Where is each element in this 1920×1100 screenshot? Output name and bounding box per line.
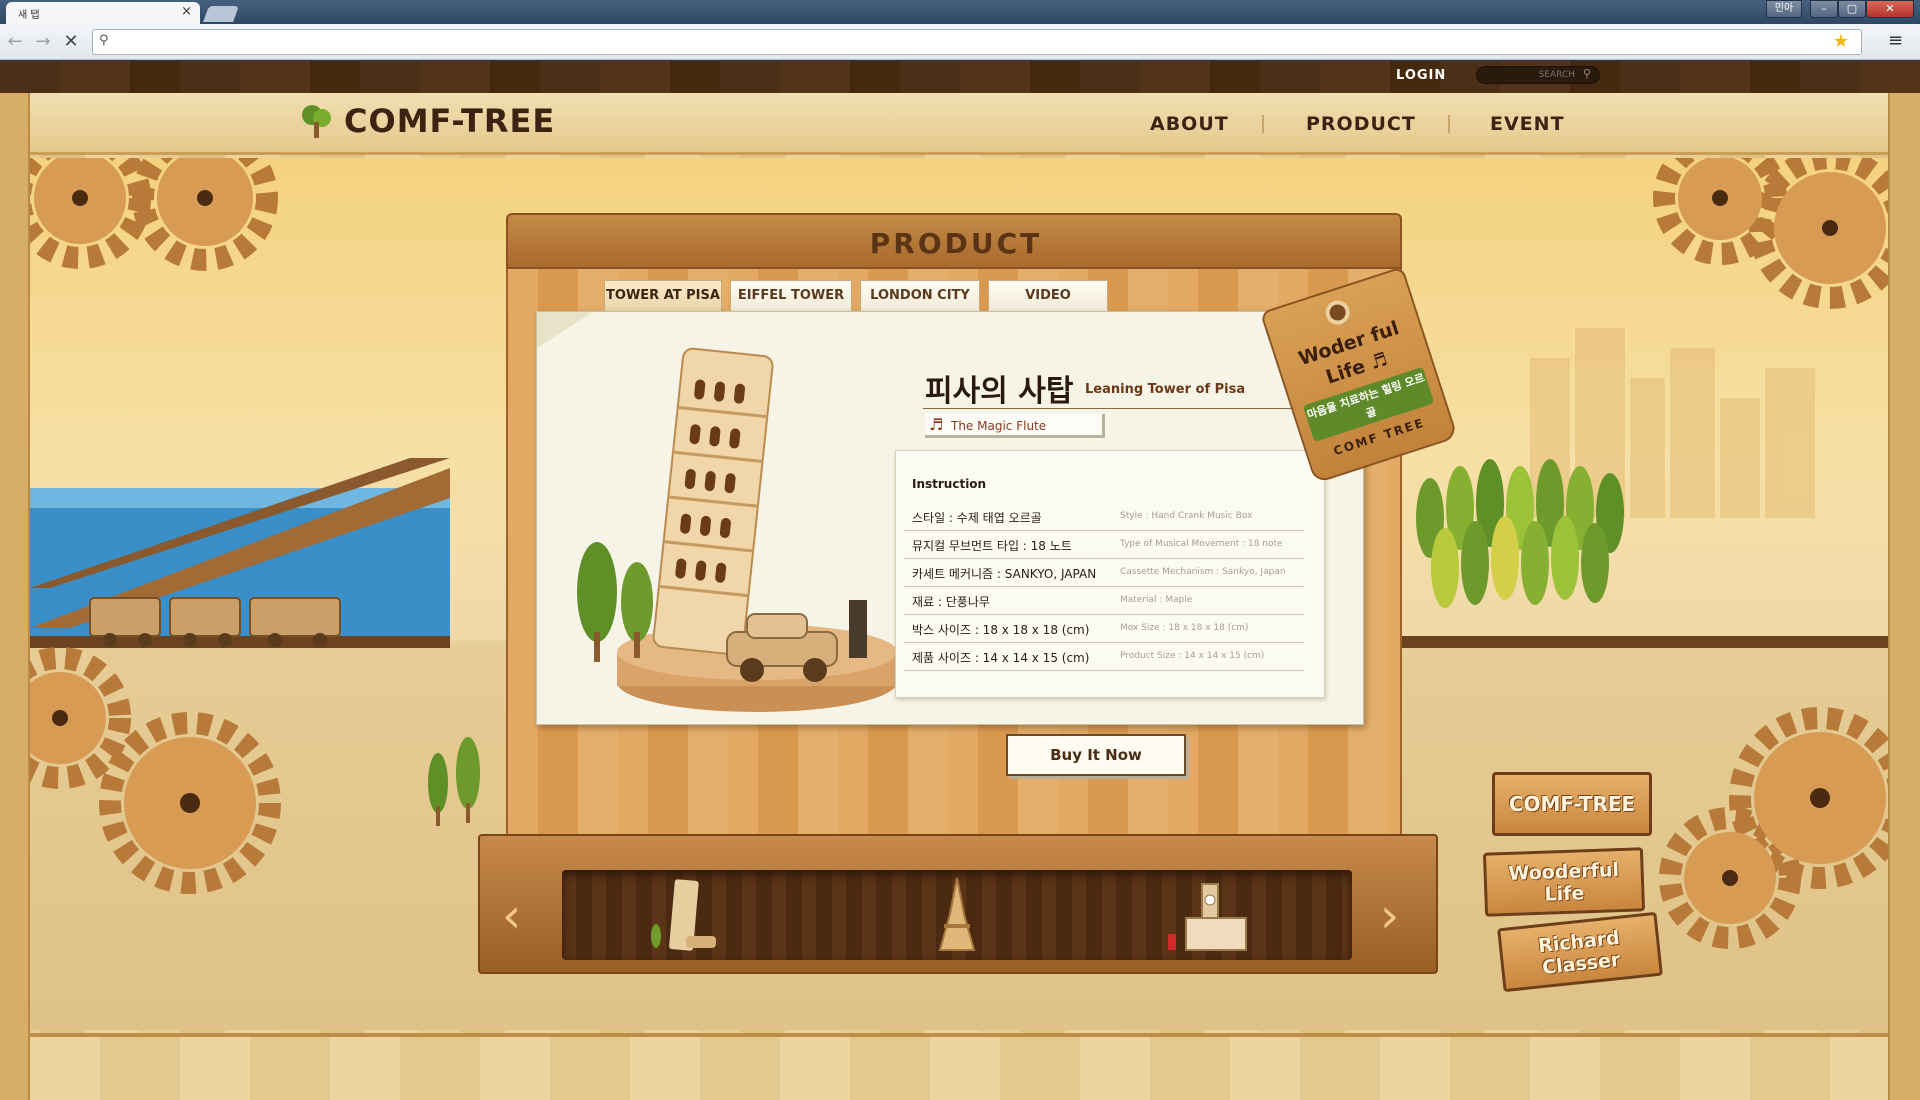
back-arrow-icon[interactable]: ← [4, 31, 26, 53]
spec-korean: 재료 : 단풍나무 [912, 595, 990, 609]
browser-tabstrip: 새 탭 × 민아 – ▢ ✕ [0, 0, 1920, 24]
top-utility-bar: LOGIN ⚲ [0, 61, 1920, 93]
song-name: The Magic Flute [951, 419, 1047, 433]
search-icon[interactable]: ⚲ [1583, 67, 1591, 80]
close-window-button[interactable]: ✕ [1866, 0, 1914, 18]
new-tab-button[interactable] [203, 6, 239, 22]
product-title-english: Leaning Tower of Pisa [1085, 382, 1246, 397]
board-header: PRODUCT [506, 213, 1402, 269]
spec-row: 뮤지컬 무브먼트 타입 : 18 노트 Type of Musical Move… [904, 531, 1304, 559]
product-shelf: ‹ › [478, 834, 1438, 974]
search-icon: ⚲ [99, 33, 109, 48]
chevron-right-icon[interactable]: › [1380, 888, 1399, 944]
nav-event[interactable]: EVENT [1490, 113, 1565, 135]
menu-icon[interactable]: ≡ [1888, 30, 1903, 51]
song-label[interactable]: ♬ The Magic Flute [925, 414, 1105, 438]
spec-row: 스타일 : 수제 태엽 오르골 Style : Hand Crank Music… [904, 503, 1304, 531]
spec-english: Cassette Mechanism : Sankyo, Japan [1120, 567, 1286, 577]
title-divider [923, 408, 1343, 409]
spec-list: 스타일 : 수제 태엽 오르골 Style : Hand Crank Music… [904, 503, 1304, 671]
instruction-title: Instruction [912, 477, 987, 491]
tab-tower-at-pisa[interactable]: TOWER AT PISA [604, 280, 722, 312]
spec-korean: 스타일 : 수제 태엽 오르골 [912, 511, 1042, 525]
tree-logo-icon [302, 105, 331, 138]
spec-row: 카세트 메커니즘 : SANKYO, JAPAN Cassette Mechan… [904, 559, 1304, 587]
site-search[interactable]: ⚲ [1476, 66, 1600, 84]
buy-it-now-button[interactable]: Buy It Now [1006, 734, 1186, 776]
profile-button[interactable]: 민아 [1766, 0, 1802, 18]
site-footer [30, 1033, 1888, 1100]
nav-product[interactable]: PRODUCT [1306, 113, 1416, 135]
login-link[interactable]: LOGIN [1396, 68, 1446, 83]
star-icon[interactable]: ★ [1833, 31, 1849, 52]
url-input[interactable] [119, 32, 1819, 52]
product-board: PRODUCT TOWER AT PISA EIFFEL TOWER LONDO… [506, 213, 1402, 837]
nav-about[interactable]: ABOUT [1150, 113, 1229, 135]
sign-wooderful-life[interactable]: Wooderful Life [1482, 847, 1646, 917]
spec-row: 재료 : 단풍나무 Material : Maple [904, 587, 1304, 615]
spec-english: Mox Size : 18 x 18 x 18 (cm) [1120, 623, 1249, 633]
minimize-button[interactable]: – [1810, 0, 1838, 18]
music-note-icon: ♬ [929, 415, 944, 434]
spec-korean: 뮤지컬 무브먼트 타입 : 18 노트 [912, 539, 1072, 553]
spec-korean: 박스 사이즈 : 18 x 18 x 18 (cm) [912, 623, 1090, 637]
instruction-card: Instruction 스타일 : 수제 태엽 오르골 Style : Hand… [895, 450, 1325, 698]
spec-english: Style : Hand Crank Music Box [1120, 511, 1253, 521]
browser-tab-title: 새 탭 [18, 10, 40, 21]
nav-divider [1448, 115, 1450, 133]
spec-korean: 제품 사이즈 : 14 x 14 x 15 (cm) [912, 651, 1090, 665]
sign-comf-tree[interactable]: COMF-TREE [1492, 772, 1652, 836]
address-bar[interactable]: ⚲ ★ [92, 29, 1862, 55]
tag-hole [1322, 297, 1353, 328]
stop-loading-icon[interactable]: ✕ [60, 31, 82, 53]
shelf-item-eiffel[interactable] [912, 874, 1002, 958]
spec-korean: 카세트 메커니즘 : SANKYO, JAPAN [912, 567, 1097, 581]
site-search-input[interactable] [1485, 68, 1575, 82]
main-navigation: ABOUT PRODUCT EVENT [1126, 113, 1586, 139]
spec-row: 박스 사이즈 : 18 x 18 x 18 (cm) Mox Size : 18… [904, 615, 1304, 643]
tab-london-city[interactable]: LONDON CITY [860, 280, 980, 312]
browser-toolbar: ← → ✕ ⚲ ★ [0, 24, 1920, 60]
shelf-inner [562, 870, 1352, 960]
spec-english: Product Size : 14 x 14 x 15 (cm) [1120, 651, 1265, 661]
product-detail-paper: 피사의 사탑 Leaning Tower of Pisa ♬ The Magic… [536, 311, 1364, 725]
maximize-button[interactable]: ▢ [1838, 0, 1866, 18]
tab-eiffel-tower[interactable]: EIFFEL TOWER [730, 280, 852, 312]
shelf-item-london[interactable] [1162, 874, 1252, 958]
tab-close-icon[interactable]: × [181, 4, 192, 19]
forward-arrow-icon[interactable]: → [32, 31, 54, 53]
chevron-left-icon[interactable]: ‹ [502, 888, 521, 944]
spec-english: Type of Musical Movement : 18 note [1120, 539, 1283, 549]
pisa-music-box-illustration [577, 347, 897, 712]
browser-tab[interactable]: 새 탭 × [6, 2, 200, 24]
buy-it-now-label: Buy It Now [1050, 746, 1142, 764]
nav-divider [1262, 115, 1264, 133]
left-wood-post [0, 93, 30, 1100]
right-wood-post [1888, 93, 1920, 1100]
spec-row: 제품 사이즈 : 14 x 14 x 15 (cm) Product Size … [904, 643, 1304, 671]
board-title: PRODUCT [869, 227, 1043, 260]
shelf-item-pisa[interactable] [642, 874, 732, 958]
tab-video[interactable]: VIDEO [988, 280, 1108, 312]
spec-english: Material : Maple [1120, 595, 1193, 605]
product-title-korean: 피사의 사탑 [925, 374, 1074, 409]
site-logo-text: COMF-TREE [344, 102, 556, 140]
